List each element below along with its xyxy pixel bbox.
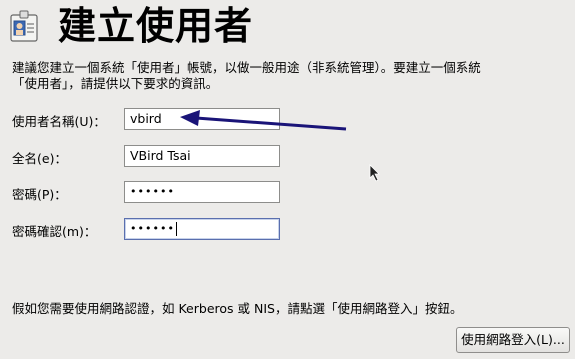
confirm-password-value: •••••• (130, 222, 175, 235)
password-input[interactable]: •••••• (124, 181, 280, 203)
confirm-label: 密碼確認(m)： (12, 224, 97, 239)
text-cursor (175, 222, 177, 236)
network-auth-note: 假如您需要使用網路認證，如 Kerberos 或 NIS，請點選「使用網路登入」… (12, 301, 463, 316)
confirm-password-input[interactable]: •••••• (124, 218, 280, 240)
password-label: 密碼(P)： (12, 187, 67, 202)
intro-text: 建議您建立一個系統「使用者」帳號，以做一般用途（非系統管理）。要建立一個系統 「… (12, 60, 481, 91)
mouse-pointer-icon (369, 164, 380, 182)
username-label: 使用者名稱(U)： (12, 114, 106, 129)
network-login-button[interactable]: 使用網路登入(L)... (456, 327, 570, 353)
fullname-input[interactable]: VBird Tsai (124, 145, 280, 167)
fullname-label: 全名(e)： (12, 151, 67, 166)
user-card-icon (10, 10, 38, 42)
username-input[interactable]: vbird (124, 108, 280, 130)
page-title: 建立使用者 (58, 4, 254, 48)
